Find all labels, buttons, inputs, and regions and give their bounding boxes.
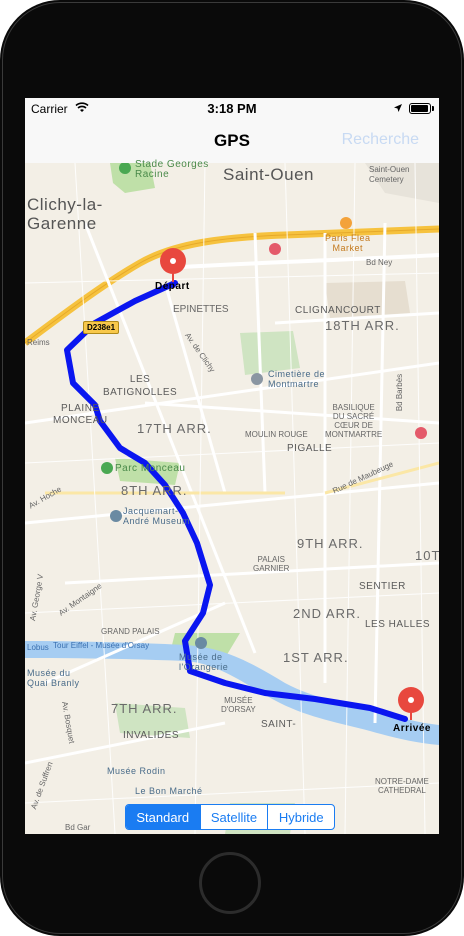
- map-label: D238e1: [83, 321, 120, 334]
- map-label: Bd Barbès: [395, 373, 405, 412]
- map-type-control: Standard Satellite Hybride: [125, 804, 335, 830]
- map-label: Départ: [155, 281, 190, 292]
- map-type-standard[interactable]: Standard: [126, 805, 201, 829]
- map-label: Musée Rodin: [107, 766, 166, 776]
- map-label: Musée de l'Orangerie: [179, 652, 229, 672]
- map-label: Lobus: [27, 643, 49, 652]
- map-label: 1ST ARR.: [283, 650, 349, 665]
- map-label: Arrivée: [393, 723, 431, 734]
- map-label: Musée du Quai Branly: [27, 668, 80, 688]
- map-label: 9TH ARR.: [297, 536, 364, 551]
- map-label: Clichy-la- Garenne: [27, 195, 103, 233]
- map-label: PALAIS GARNIER: [253, 555, 290, 573]
- status-time: 3:18 PM: [207, 101, 257, 116]
- map-label: 17TH ARR.: [137, 421, 212, 436]
- map-label: Saint-Ouen: [223, 165, 314, 184]
- map-label: 10T: [415, 548, 439, 563]
- map-label: 8TH ARR.: [121, 483, 188, 498]
- navigation-bar: GPS Recherche: [25, 118, 439, 164]
- map-label: Reims: [27, 338, 50, 347]
- map-label: GRAND PALAIS: [101, 627, 160, 636]
- map-label: 7TH ARR.: [111, 701, 178, 716]
- map-label: Stade Georges Racine: [135, 159, 209, 180]
- map-label: 2ND ARR.: [293, 606, 361, 621]
- status-bar: Carrier 3:18 PM: [25, 98, 439, 118]
- map-label: 18TH ARR.: [325, 318, 400, 333]
- map-label: MOULIN ROUGE: [245, 430, 308, 439]
- map-label: NOTRE-DAME CATHEDRAL: [375, 777, 429, 795]
- map-label: SENTIER: [359, 581, 406, 592]
- map-label: BASILIQUE DU SACRÉ CŒUR DE MONTMARTRE: [325, 403, 383, 439]
- map-label: Parc Monceau: [115, 463, 186, 474]
- map-label: MUSÉE D'ORSAY: [221, 696, 256, 714]
- map-label: Le Bon Marché: [135, 786, 203, 796]
- map-type-hybride[interactable]: Hybride: [268, 805, 334, 829]
- map-label: PLAINE MONCEAU: [53, 403, 108, 426]
- map-type-satellite[interactable]: Satellite: [201, 805, 269, 829]
- map-label: Bd Gar: [65, 823, 91, 832]
- battery-icon: [409, 103, 434, 114]
- search-button[interactable]: Recherche: [342, 131, 419, 149]
- map-label: LES BATIGNOLLES: [103, 374, 178, 398]
- home-button[interactable]: [199, 852, 261, 914]
- phone-screen: Carrier 3:18 PM GPS Recherche Stade Geor…: [25, 98, 439, 834]
- map-label: SAINT-: [261, 719, 297, 730]
- map-label: CLIGNANCOURT: [295, 305, 381, 316]
- map-label: Jacquemart- André Museum: [123, 506, 191, 526]
- map-label: Cimetière de Montmartre: [268, 369, 326, 389]
- map-label: LES HALLES: [365, 619, 431, 630]
- map-label: Bd Ney: [366, 258, 393, 267]
- map-label: Saint-Ouen Cemetery: [369, 165, 410, 184]
- map-label: Tour Eiffel - Musée d'Orsay: [53, 641, 150, 650]
- map-view[interactable]: Stade Georges Racine Saint-Ouen Saint-Ou…: [25, 159, 439, 834]
- phone-device: Carrier 3:18 PM GPS Recherche Stade Geor…: [0, 0, 464, 936]
- location-arrow-icon: [393, 102, 403, 116]
- map-label: EPINETTES: [173, 304, 229, 315]
- map-label: PIGALLE: [287, 443, 333, 454]
- map-label: INVALIDES: [123, 730, 179, 741]
- map-label: Paris Flea Market: [325, 233, 371, 253]
